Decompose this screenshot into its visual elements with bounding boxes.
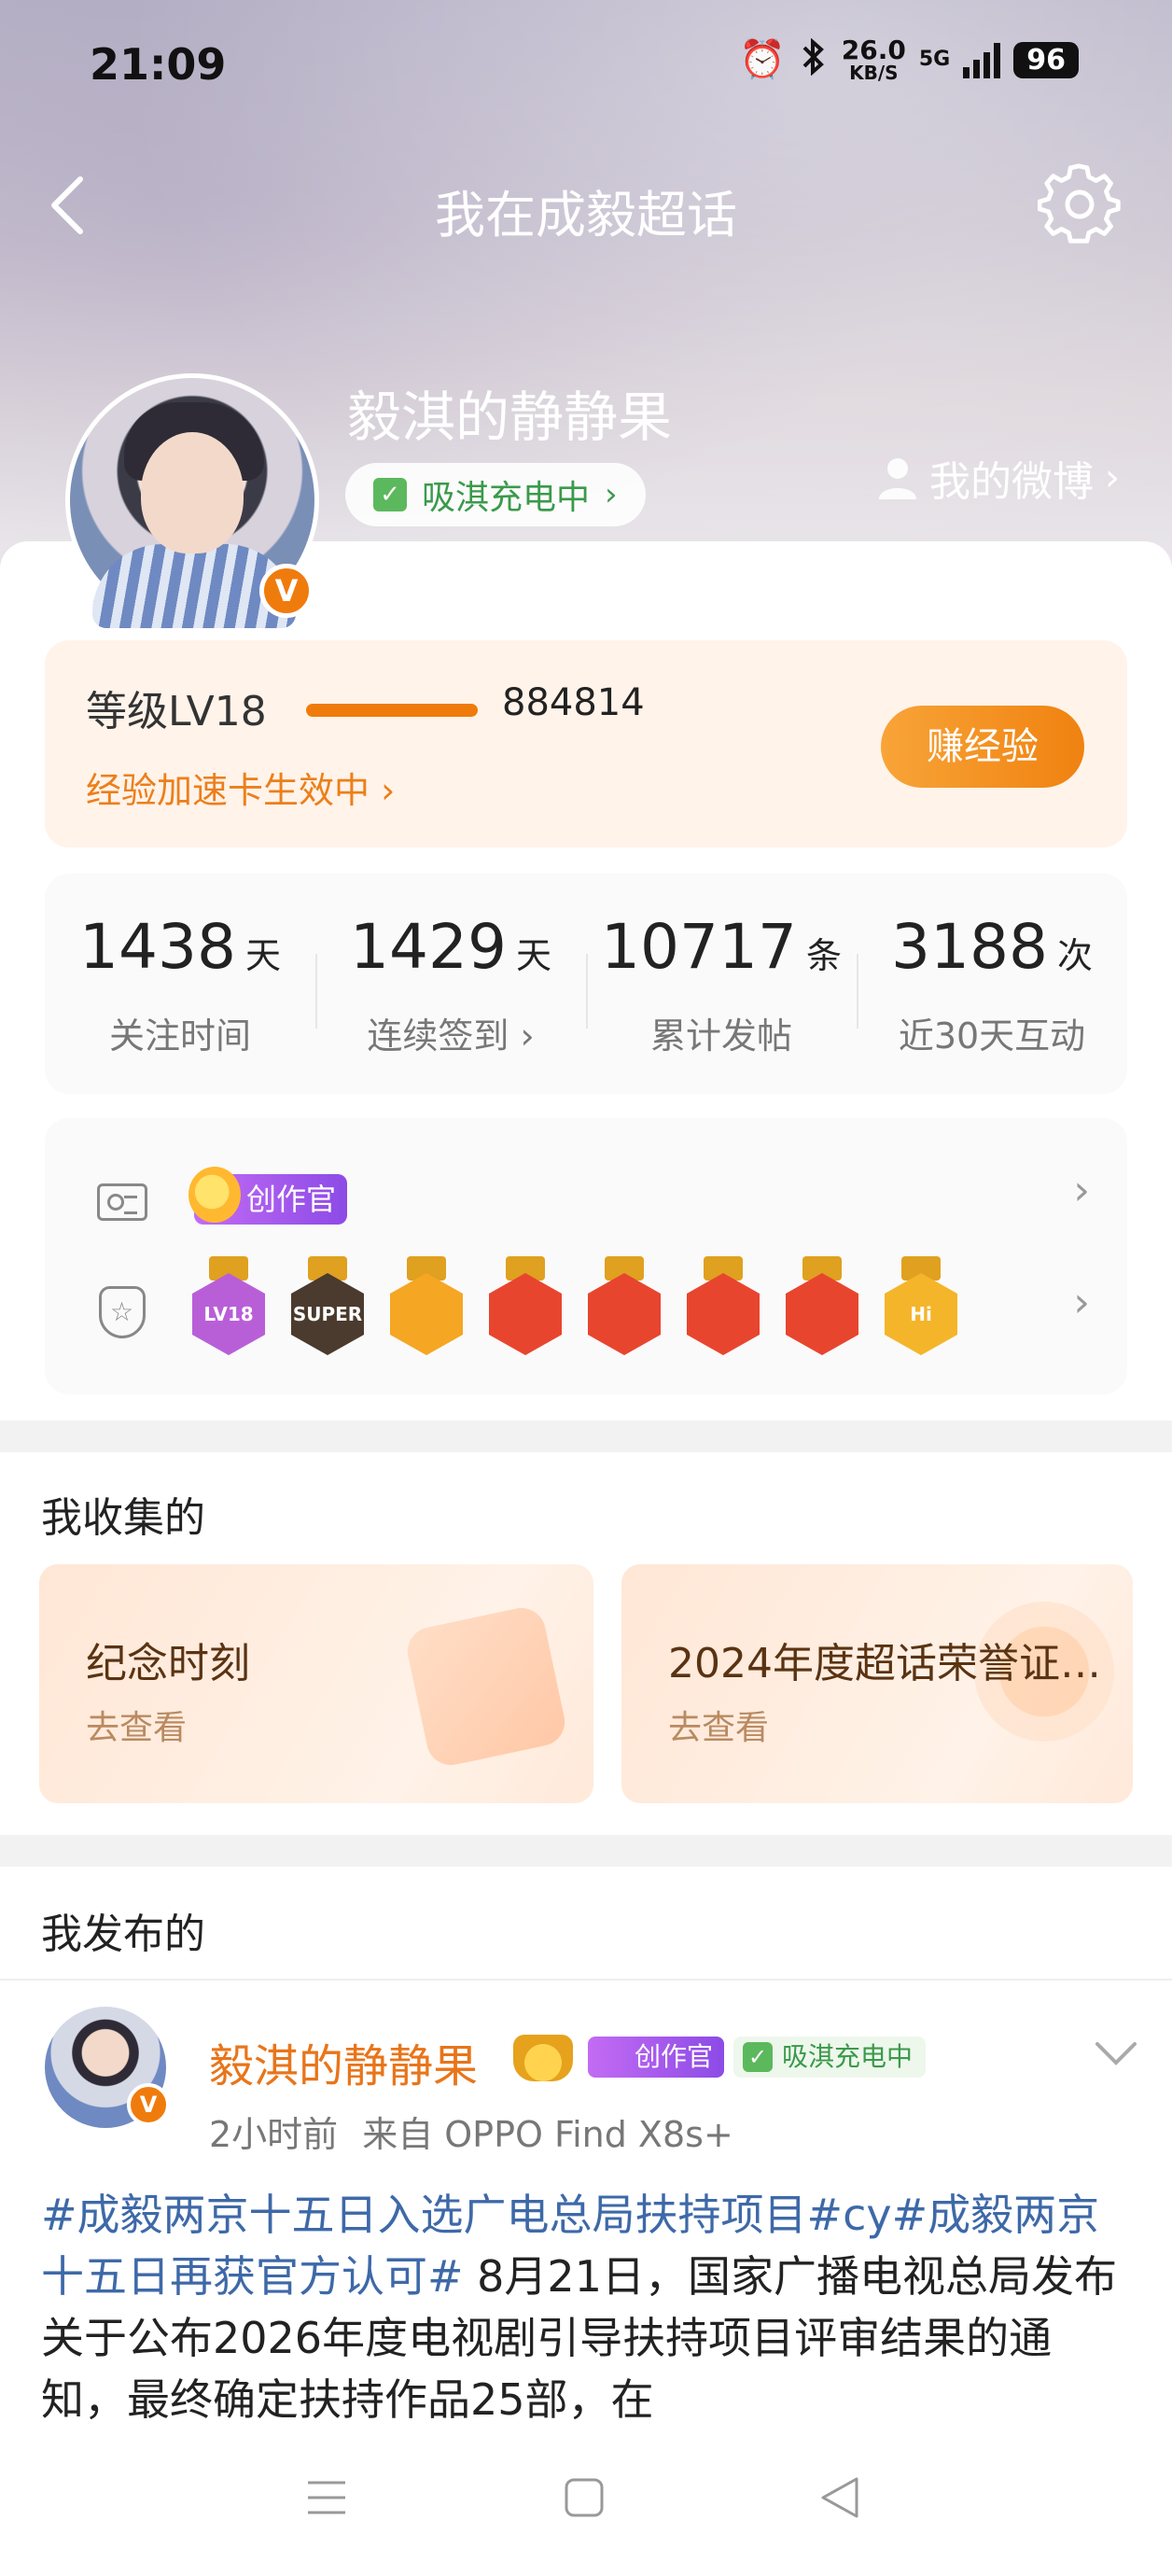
medal-face: Hi: [885, 1273, 957, 1355]
badges-panel: 创作官 › LV18 SUPER Hi ›: [45, 1118, 1127, 1394]
medal-badge-icon: [390, 1256, 463, 1355]
post-meta: 2小时前 来自 OPPO Find X8s+: [209, 2106, 733, 2157]
verified-badge-icon: V: [127, 2083, 170, 2126]
calendar-check-icon: ✓: [373, 478, 407, 511]
status-time: 21:09: [90, 39, 227, 90]
section-title-collected: 我收集的: [41, 1494, 205, 1542]
post-creator-tag: 创作官: [588, 2037, 725, 2078]
post-source: 来自 OPPO Find X8s+: [362, 2114, 733, 2155]
status-bar: 21:09 ⏰ 26.0 KB/S 5G 96: [0, 0, 1172, 131]
post-author-name[interactable]: 毅淇的静静果: [209, 2029, 478, 2094]
collect-card-moments[interactable]: 纪念时刻 去查看: [39, 1564, 593, 1803]
stat-value: 10717: [601, 911, 797, 983]
medal-face: [786, 1273, 858, 1355]
verified-badge-icon: V: [259, 564, 314, 618]
system-navigation-bar: [0, 2427, 1172, 2576]
stat-value: 1438: [79, 911, 236, 983]
divider: [0, 1979, 1172, 1981]
medal-face: [588, 1273, 661, 1355]
level-card[interactable]: 等级LV18 884814 经验加速卡生效中 › 赚经验: [45, 640, 1127, 847]
calendar-illustration-icon: [403, 1603, 569, 1770]
post-body[interactable]: #成毅两京十五日入选广电总局扶持项目#cy#成毅两京十五日再获官方认可# 8月2…: [41, 2184, 1133, 2427]
stat-unit: 条: [805, 935, 842, 976]
stat-interactions: 3188 次 近30天互动: [857, 911, 1127, 1058]
bluetooth-icon: [799, 37, 829, 82]
stat-checkin-days[interactable]: 1429 天 连续签到 ›: [315, 911, 586, 1058]
profile-username: 毅淇的静静果: [347, 385, 673, 449]
section-divider: [0, 1835, 1172, 1867]
medal-face: SUPER: [291, 1273, 364, 1355]
stat-label: 关注时间: [108, 1015, 251, 1057]
home-icon[interactable]: [564, 2477, 605, 2522]
stat-unit: 次: [1056, 935, 1093, 976]
charging-status-pill[interactable]: ✓ 吸淇充电中 ›: [345, 463, 646, 526]
collect-card-title: 纪念时刻: [86, 1640, 250, 1687]
medal-badge-icon: LV18: [192, 1256, 265, 1355]
section-divider: [0, 1421, 1172, 1452]
person-icon: [877, 456, 918, 499]
top-navigation: 我在成毅超话: [0, 159, 1172, 252]
collect-card-title: 2024年度超话荣誉证…: [668, 1640, 1101, 1687]
medal-icon: [99, 1286, 146, 1338]
chevron-right-icon[interactable]: ›: [1073, 1279, 1090, 1326]
level-label: 等级LV18: [86, 688, 267, 735]
stat-value: 1429: [350, 911, 507, 983]
my-weibo-link[interactable]: 我的微博 ›: [877, 448, 1120, 508]
crown-badge-icon: [513, 2035, 573, 2081]
id-card-icon: [97, 1183, 147, 1221]
stat-label: 累计发帖: [649, 1015, 792, 1057]
chevron-right-icon: ›: [381, 770, 396, 811]
post-charging-tag: 吸淇充电中: [733, 2037, 927, 2078]
chevron-right-icon[interactable]: ›: [1073, 1167, 1090, 1214]
collect-card-subtitle: 去查看: [86, 1709, 188, 1747]
medal-badge-icon: SUPER: [291, 1256, 364, 1355]
post-hashtag[interactable]: #成毅两京十五日入选广电总局扶持项目#: [41, 2190, 843, 2240]
stat-label: 近30天互动: [898, 1015, 1086, 1057]
alarm-icon: ⏰: [738, 38, 786, 81]
back-triangle-icon[interactable]: [819, 2475, 860, 2524]
network-speed: 26.0 KB/S: [841, 35, 906, 84]
signal-icon: [963, 41, 1001, 78]
chevron-down-icon[interactable]: [1094, 2040, 1138, 2068]
medal-badge-icon: [588, 1256, 661, 1355]
medal-badge-icon: [786, 1256, 858, 1355]
collect-card-subtitle: 去查看: [668, 1709, 770, 1747]
exp-boost-label: 经验加速卡生效中: [86, 770, 370, 811]
settings-gear-icon[interactable]: [1037, 162, 1122, 246]
stat-follow-days: 1438 天 关注时间: [45, 911, 315, 1058]
network-type: 5G: [918, 48, 951, 71]
level-progress-bar: [306, 704, 478, 717]
stat-label: 连续签到 ›: [367, 1015, 535, 1057]
my-weibo-label: 我的微博: [929, 458, 1094, 506]
medal-face: LV18: [192, 1273, 265, 1355]
earn-exp-button[interactable]: 赚经验: [881, 706, 1084, 788]
medal-face: [390, 1273, 463, 1355]
stat-unit: 天: [244, 935, 281, 976]
stat-value: 3188: [891, 911, 1048, 983]
chevron-right-icon: ›: [605, 476, 618, 513]
section-title-posted: 我发布的: [41, 1911, 205, 1958]
menu-icon[interactable]: [306, 2479, 347, 2520]
medal-badge-icon: Hi: [885, 1256, 957, 1355]
medal-badge-icon: [489, 1256, 562, 1355]
chevron-right-icon: ›: [1105, 456, 1120, 499]
charging-status-label: 吸淇充电中: [422, 479, 591, 517]
post-tag-link[interactable]: cy: [843, 2190, 892, 2240]
post-time: 2小时前: [209, 2114, 339, 2155]
medal-badge-icon: [687, 1256, 760, 1355]
medal-face: [489, 1273, 562, 1355]
level-points: 884814: [502, 681, 645, 724]
creator-tag[interactable]: 创作官: [188, 1167, 348, 1225]
avatar-face: [141, 432, 244, 553]
stat-total-posts: 10717 条 累计发帖: [586, 911, 857, 1058]
exp-boost-link[interactable]: 经验加速卡生效中 ›: [86, 762, 395, 813]
medal-list[interactable]: LV18 SUPER Hi: [192, 1256, 957, 1355]
battery-indicator: 96: [1013, 41, 1079, 78]
page-title: 我在成毅超话: [435, 186, 737, 245]
stats-panel: 1438 天 关注时间 1429 天 连续签到 › 10717 条 累计发帖 3188…: [45, 874, 1127, 1094]
collect-card-honor-certificate[interactable]: 2024年度超话荣誉证… 去查看: [621, 1564, 1133, 1803]
medal-face: [687, 1273, 760, 1355]
stat-unit: 天: [515, 935, 551, 976]
